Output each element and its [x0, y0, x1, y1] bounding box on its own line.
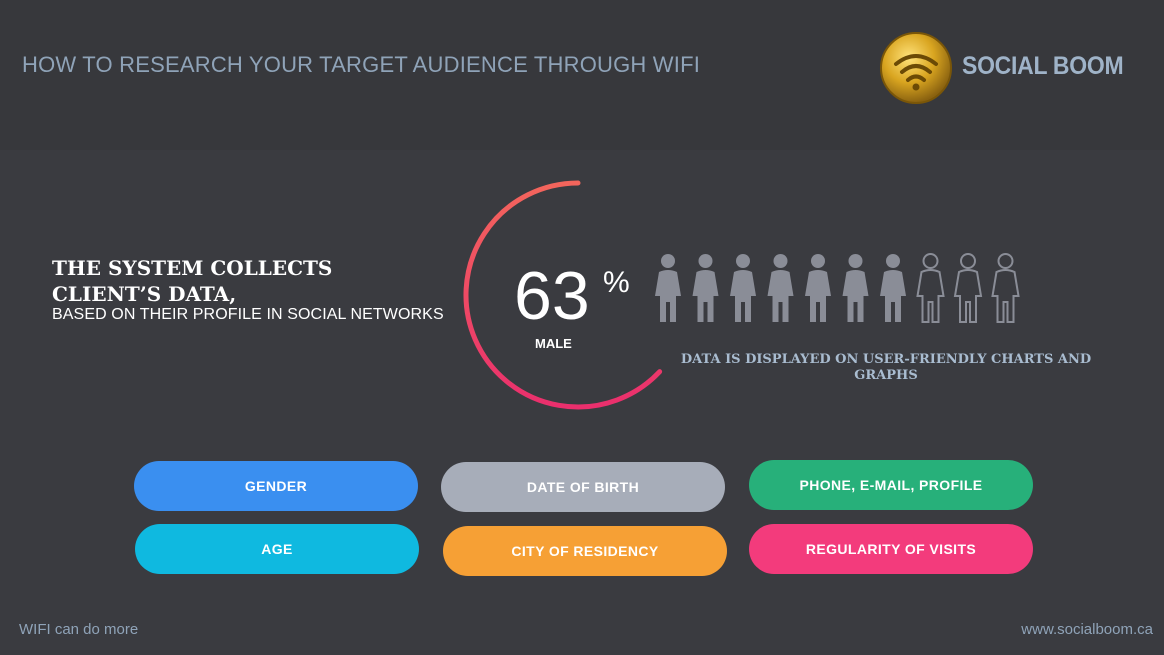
person-filled-icon [767, 254, 794, 322]
intro-subtitle: BASED ON THEIR PROFILE IN SOCIAL NETWORK… [52, 306, 444, 323]
intro-title: THE SYSTEM COLLECTS CLIENT’S DATA, [52, 256, 333, 306]
data-type-gender: GENDER [134, 461, 418, 511]
data-type-city: CITY OF RESIDENCY [443, 526, 727, 576]
person-filled-icon [655, 254, 681, 322]
brand-name: SOCIAL BOOM [962, 52, 1124, 80]
person-filled-icon [842, 254, 869, 322]
data-type-label: CITY OF RESIDENCY [511, 543, 659, 559]
data-type-visit-regularity: REGULARITY OF VISITS [749, 524, 1033, 574]
gender-label: MALE [535, 336, 572, 351]
data-type-label: GENDER [244, 478, 308, 494]
person-outline-icon [991, 253, 1020, 323]
data-type-date-of-birth: DATE OF BIRTH [441, 462, 725, 512]
footer-tagline: WIFI can do more [19, 621, 139, 638]
people-icons [655, 253, 1020, 323]
percentage-value: 63 [514, 258, 590, 334]
data-type-age: AGE [135, 524, 419, 574]
person-filled-icon [805, 254, 831, 322]
wifi-logo-icon [880, 32, 952, 104]
person-outline-icon [953, 253, 983, 323]
data-type-label: DATE OF BIRTH [526, 479, 640, 495]
person-outline-icon [916, 253, 945, 323]
data-type-label: REGULARITY OF VISITS [805, 541, 977, 557]
charts-note: DATA IS DISPLAYED ON USER-FRIENDLY CHART… [680, 352, 1092, 383]
data-type-label: AGE [261, 541, 293, 557]
page-title: HOW TO RESEARCH YOUR TARGET AUDIENCE THR… [22, 52, 701, 77]
person-filled-icon [880, 254, 906, 322]
percentage-unit: % [603, 266, 630, 299]
data-type-contacts: PHONE, E-MAIL, PROFILE [749, 460, 1033, 510]
footer-website-link[interactable]: www.socialboom.ca [1021, 621, 1153, 638]
person-filled-icon [730, 254, 756, 322]
data-type-label: PHONE, E-MAIL, PROFILE [799, 477, 983, 493]
person-filled-icon [692, 254, 719, 322]
